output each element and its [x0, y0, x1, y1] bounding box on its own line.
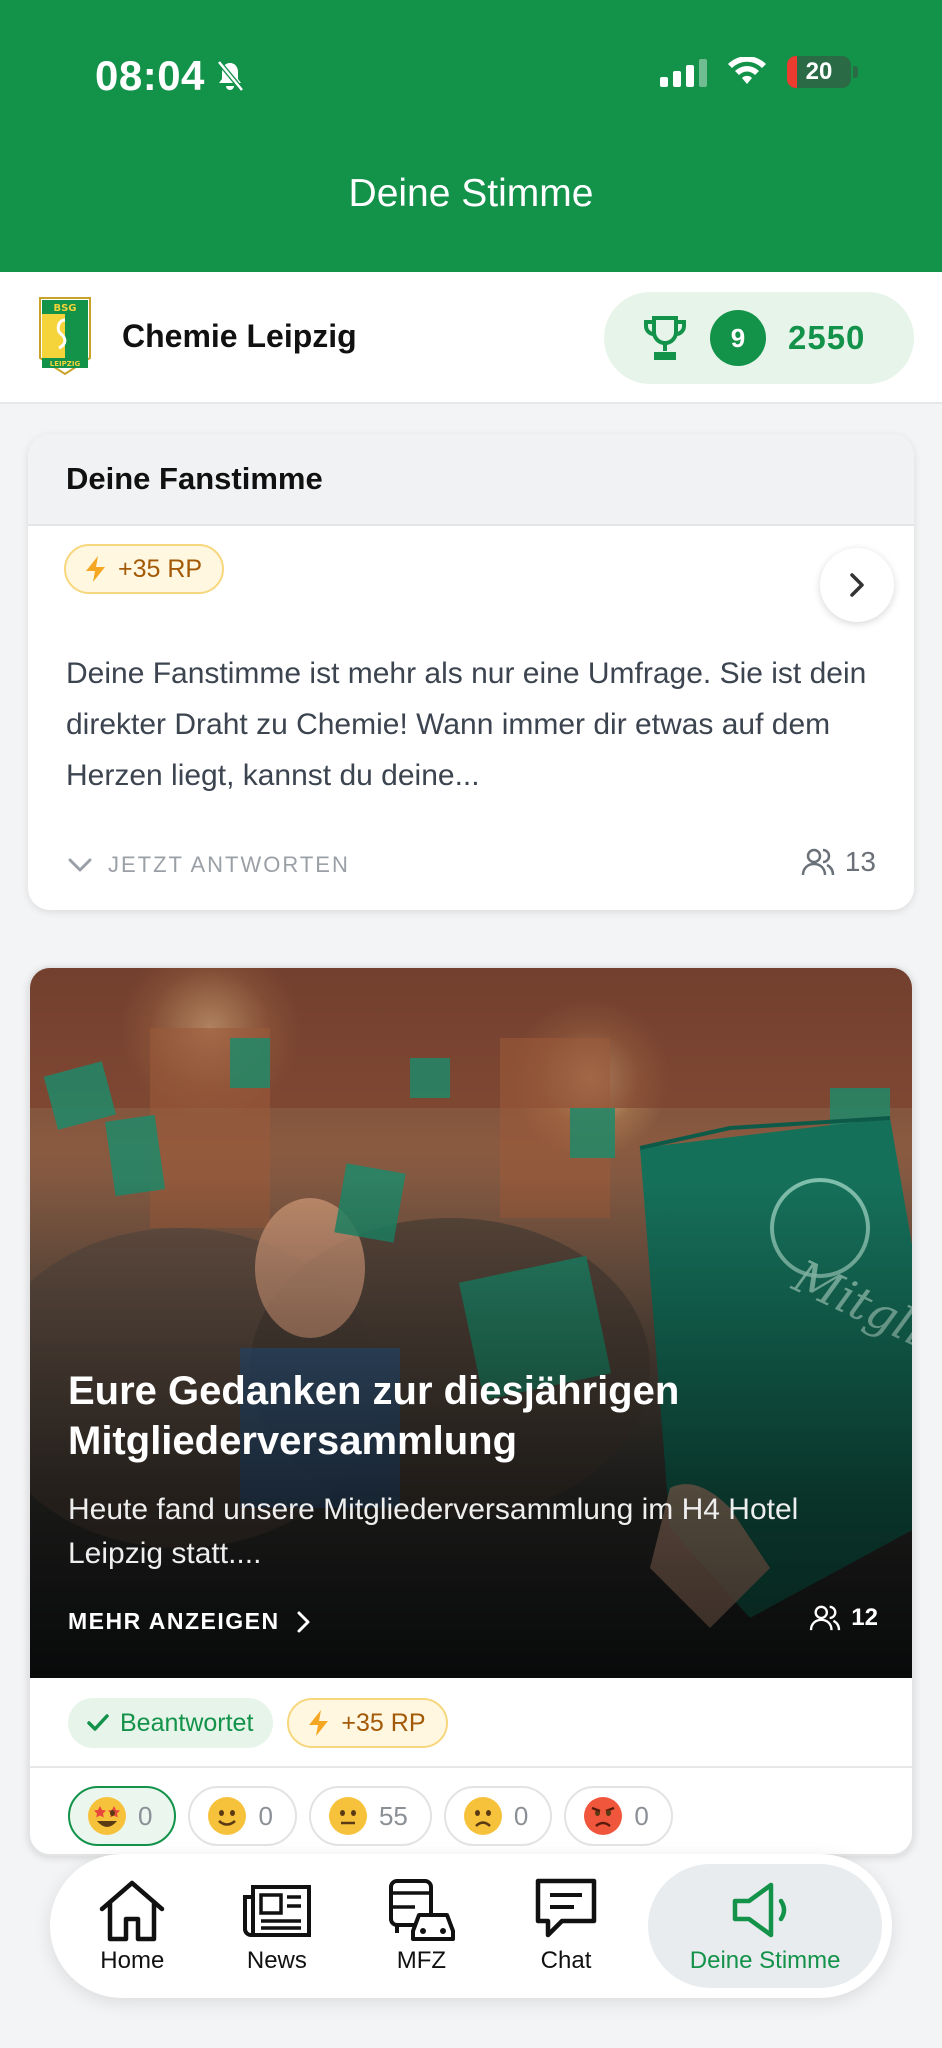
reaction-neutral[interactable]: 55: [308, 1786, 432, 1846]
page-title: Deine Stimme: [348, 172, 594, 215]
nav-item-mfz[interactable]: MFZ: [349, 1864, 494, 1988]
lightning-icon: [309, 1710, 329, 1736]
newspaper-icon: [242, 1885, 311, 1937]
trophy-icon: [644, 316, 686, 360]
angry-face-emoji-icon: [584, 1797, 623, 1835]
reaction-count: 0: [258, 1800, 273, 1831]
answer-now-label: JETZT ANTWORTEN: [108, 852, 350, 877]
nav-label: News: [246, 1947, 307, 1974]
survey-photo: Mitglied Eure Gedanken zur diesjährigen …: [30, 968, 912, 1678]
reaction-slightly-smiling[interactable]: 0: [188, 1786, 297, 1846]
survey-description: Heute fand unsere Mitgliederversammlung …: [68, 1493, 799, 1570]
battery-icon: 20: [787, 56, 851, 88]
checkmark-icon: [87, 1714, 109, 1731]
survey-participant-count: 12: [809, 1604, 878, 1632]
top-header: 08:04 20 Deine Stimme: [0, 0, 942, 272]
chevron-right-icon: [850, 573, 864, 597]
cellular-signal-icon: [660, 57, 707, 87]
battery-level: 20: [805, 58, 833, 85]
vehicles-icon: [389, 1879, 456, 1941]
app-screen: 08:04 20 Deine Stimme BSG LEIPZIG Chemie…: [0, 0, 942, 2048]
divider: [30, 1766, 912, 1768]
star-struck-emoji-icon: [88, 1797, 126, 1835]
fanstimme-card[interactable]: Deine Fanstimme +35 RP Deine Fanstimme i…: [28, 434, 914, 910]
nav-label: Home: [100, 1947, 165, 1974]
bell-muted-icon: [216, 60, 244, 92]
club-bar: BSG LEIPZIG Chemie Leipzig 9 2550: [0, 272, 942, 404]
users-icon: [810, 1605, 841, 1631]
nav-item-deine-stimme[interactable]: Deine Stimme: [648, 1864, 883, 1988]
reaction-slightly-frowning[interactable]: 0: [443, 1786, 553, 1846]
time-text: 08:04: [95, 52, 205, 99]
survey-participant-number: 12: [851, 1604, 878, 1631]
users-icon: [801, 848, 835, 876]
survey-card[interactable]: Mitglied Eure Gedanken zur diesjährigen …: [28, 966, 914, 1856]
reaction-star-struck[interactable]: 0: [68, 1786, 177, 1846]
nav-item-home[interactable]: Home: [60, 1864, 205, 1988]
nav-item-news[interactable]: News: [205, 1864, 350, 1988]
nav-label: MFZ: [396, 1947, 447, 1974]
reward-badge: +35 RP: [287, 1698, 448, 1748]
bottom-navigation: Home News MFZ Chat Deine Stimme: [50, 1854, 892, 1998]
points-value: 2550: [788, 319, 866, 356]
nav-label: Deine Stimme: [689, 1947, 841, 1974]
reaction-bar: 0 0 55 0 0: [68, 1786, 673, 1846]
club-name: Chemie Leipzig: [122, 318, 357, 354]
lightning-icon: [86, 556, 105, 582]
svg-text:LEIPZIG: LEIPZIG: [50, 360, 81, 368]
chevron-down-icon: [68, 858, 92, 872]
show-more-link[interactable]: MEHR ANZEIGEN: [68, 1608, 312, 1635]
slightly-frowning-emoji-icon: [463, 1797, 502, 1835]
svg-text:BSG: BSG: [53, 303, 76, 314]
wifi-icon: [728, 57, 766, 84]
chat-icon: [535, 1878, 597, 1938]
reward-text: +35 RP: [341, 1708, 426, 1737]
reward-badge: +35 RP: [64, 544, 225, 594]
open-button[interactable]: [820, 548, 894, 622]
answer-now-link[interactable]: JETZT ANTWORTEN: [66, 852, 350, 878]
survey-title: Eure Gedanken zur diesjährigen Mitgliede…: [68, 1369, 680, 1463]
answered-label: Beantwortet: [120, 1708, 254, 1737]
ranking-pill[interactable]: 9 2550: [604, 292, 914, 384]
card-description: Deine Fanstimme ist mehr als nur eine Um…: [66, 657, 867, 792]
participant-count: 13: [801, 846, 876, 878]
reaction-angry[interactable]: 0: [564, 1786, 673, 1846]
status-indicators: 20: [660, 56, 858, 88]
rank-badge: 9: [710, 310, 766, 366]
status-time: 08:04: [95, 52, 245, 100]
slightly-smiling-emoji-icon: [208, 1797, 247, 1835]
reaction-count: 0: [513, 1800, 529, 1831]
reaction-count: 55: [378, 1800, 408, 1831]
chevron-right-icon: [297, 1611, 310, 1632]
reaction-count: 0: [634, 1800, 649, 1831]
nav-item-chat[interactable]: Chat: [494, 1864, 639, 1988]
neutral-face-emoji-icon: [328, 1797, 367, 1835]
home-icon: [100, 1880, 165, 1942]
participant-number: 13: [844, 846, 876, 877]
survey-tags: Beantwortet +35 RP: [68, 1698, 448, 1748]
club-logo: BSG LEIPZIG: [39, 297, 91, 376]
nav-label: Chat: [540, 1947, 592, 1974]
answered-badge: Beantwortet: [68, 1698, 274, 1748]
reaction-count: 0: [138, 1800, 153, 1831]
megaphone-icon: [732, 1882, 787, 1938]
show-more-label: MEHR ANZEIGEN: [68, 1608, 280, 1634]
reward-text: +35 RP: [118, 554, 203, 583]
card-heading: Deine Fanstimme: [28, 434, 914, 526]
